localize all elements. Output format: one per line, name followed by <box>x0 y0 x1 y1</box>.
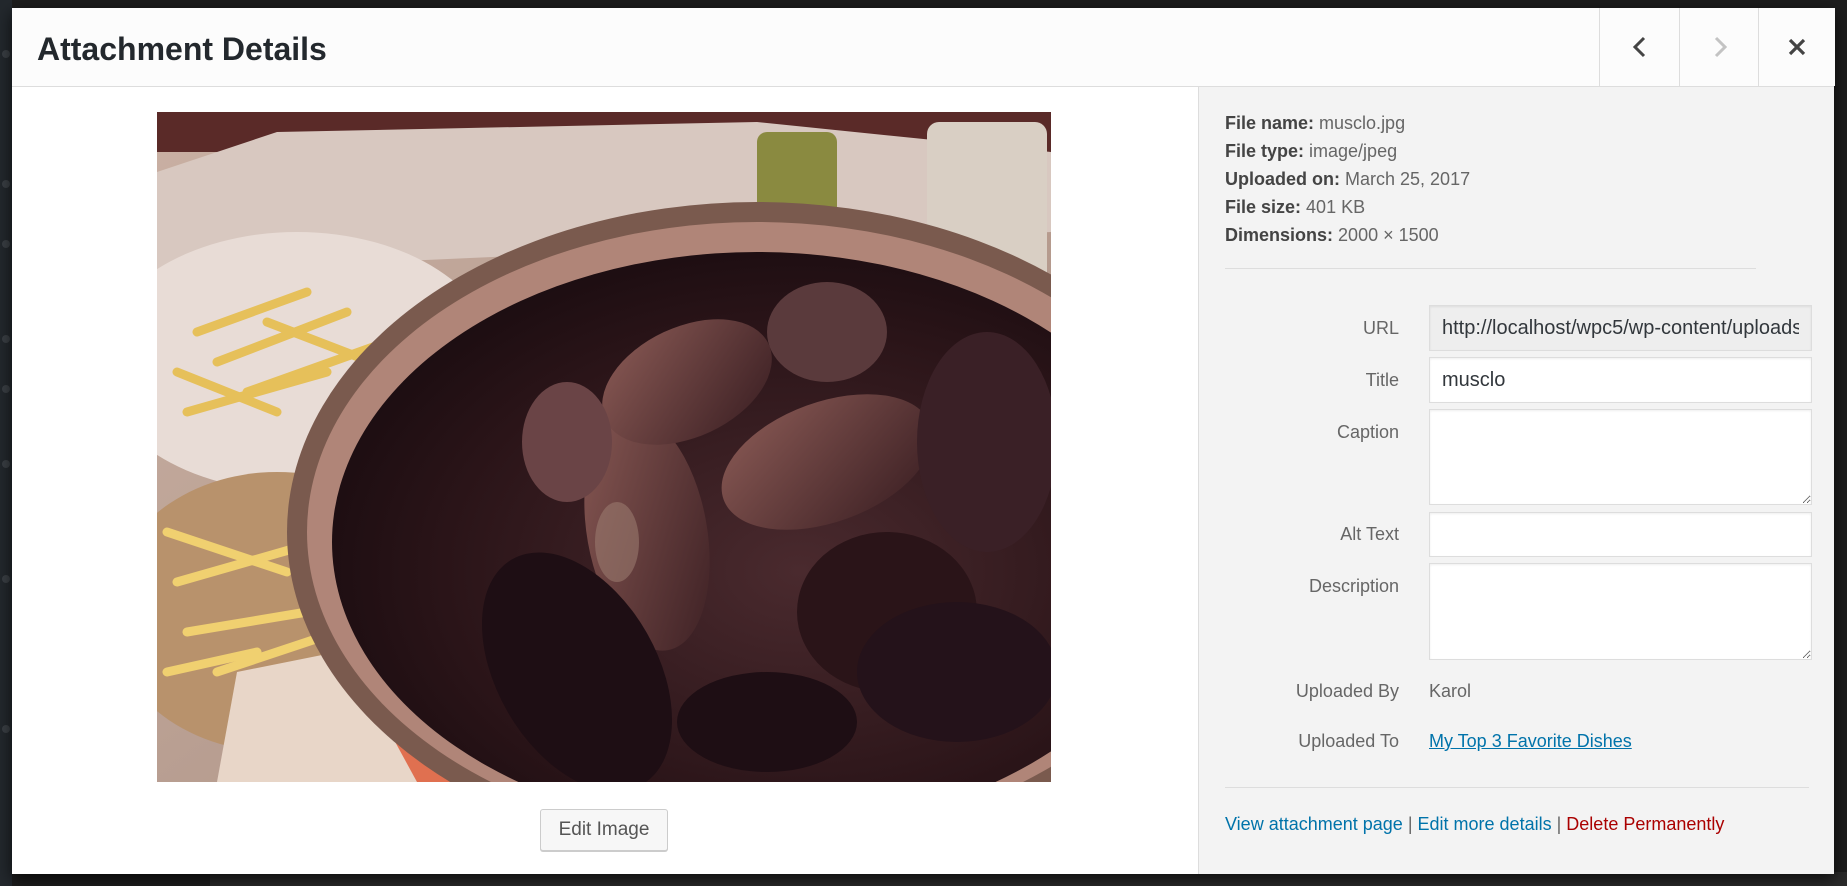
url-field[interactable] <box>1429 305 1812 351</box>
uploaded-on-value: March 25, 2017 <box>1345 169 1471 189</box>
uploaded-to-label: Uploaded To <box>1298 731 1399 751</box>
divider <box>1225 787 1809 788</box>
modal-title: Attachment Details <box>37 31 327 67</box>
uploaded-by-label: Uploaded By <box>1295 681 1399 701</box>
uploaded-on-row: Uploaded on: March 25, 2017 <box>1225 165 1470 193</box>
file-type-label: File type: <box>1225 141 1305 161</box>
attachment-actions: View attachment page | Edit more details… <box>1225 814 1724 835</box>
attachment-preview-pane: Edit Image <box>12 87 1198 874</box>
background-admin-sidebar <box>0 0 12 886</box>
background-icon <box>2 335 10 343</box>
attachment-image <box>157 112 1051 782</box>
file-type-row: File type: image/jpeg <box>1225 137 1470 165</box>
background-icon <box>2 385 10 393</box>
file-name-label: File name: <box>1225 113 1315 133</box>
uploaded-to-link[interactable]: My Top 3 Favorite Dishes <box>1429 731 1632 752</box>
background-icon <box>2 725 10 733</box>
chevron-left-icon <box>1632 36 1645 58</box>
file-name-row: File name: musclo.jpg <box>1225 109 1470 137</box>
title-label: Title <box>1365 370 1399 390</box>
uploaded-on-label: Uploaded on: <box>1225 169 1340 189</box>
next-attachment-button[interactable] <box>1679 8 1759 86</box>
edit-more-details-link[interactable]: Edit more details <box>1418 814 1552 834</box>
file-name-value: musclo.jpg <box>1319 113 1406 133</box>
description-label: Description <box>1308 576 1399 596</box>
url-label: URL <box>1362 318 1399 338</box>
dimensions-label: Dimensions: <box>1225 225 1334 245</box>
close-modal-button[interactable] <box>1758 8 1835 86</box>
description-field[interactable] <box>1429 563 1812 660</box>
caption-field[interactable] <box>1429 409 1812 505</box>
separator: | <box>1556 814 1562 834</box>
view-attachment-page-link[interactable]: View attachment page <box>1225 814 1403 834</box>
attachment-details-modal: Attachment Details Edit Image File name:… <box>12 8 1835 874</box>
file-size-label: File size: <box>1225 197 1302 217</box>
file-size-row: File size: 401 KB <box>1225 193 1470 221</box>
previous-attachment-button[interactable] <box>1599 8 1679 86</box>
background-icon <box>2 50 10 58</box>
delete-permanently-link[interactable]: Delete Permanently <box>1566 814 1724 834</box>
dimensions-value: 2000 × 1500 <box>1338 225 1439 245</box>
alt-text-label: Alt Text <box>1340 524 1399 544</box>
edit-image-button[interactable]: Edit Image <box>540 809 668 851</box>
alt-text-field[interactable] <box>1429 512 1812 557</box>
background-page-footer <box>210 872 1847 886</box>
attachment-info-sidebar: File name: musclo.jpg File type: image/j… <box>1198 87 1834 874</box>
modal-header: Attachment Details <box>12 8 1835 87</box>
background-icon <box>2 460 10 468</box>
file-details: File name: musclo.jpg File type: image/j… <box>1225 109 1470 249</box>
background-icon <box>2 575 10 583</box>
file-type-value: image/jpeg <box>1309 141 1398 161</box>
separator: | <box>1407 814 1413 834</box>
uploaded-by-value: Karol <box>1429 681 1472 701</box>
background-icon <box>2 180 10 188</box>
background-icon <box>2 240 10 248</box>
mussels-photo <box>157 112 1051 782</box>
caption-label: Caption <box>1336 422 1399 442</box>
divider <box>1225 268 1756 269</box>
file-size-value: 401 KB <box>1306 197 1366 217</box>
close-icon <box>1788 38 1806 56</box>
chevron-right-icon <box>1714 36 1727 58</box>
title-field[interactable] <box>1429 357 1812 403</box>
dimensions-row: Dimensions: 2000 × 1500 <box>1225 221 1470 249</box>
